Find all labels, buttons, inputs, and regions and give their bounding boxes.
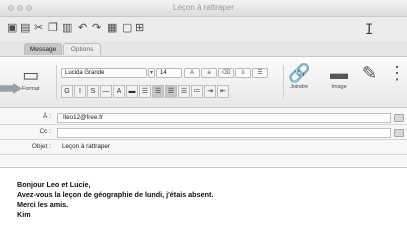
outdent-button[interactable]: ⇤ <box>217 85 229 98</box>
cc-field[interactable] <box>57 128 391 138</box>
clear-format-button[interactable]: ⌫ <box>218 68 234 78</box>
font-size-select[interactable]: 14 <box>156 68 182 78</box>
signature-button[interactable]: ✎ <box>362 63 377 83</box>
strike-button[interactable]: — <box>100 85 112 98</box>
picture-icon: ▬ <box>330 63 348 83</box>
format-button[interactable]: ▭ Format <box>22 65 39 92</box>
body-line: Merci les amis. <box>17 200 69 209</box>
window-icon[interactable]: ▢ <box>122 23 132 34</box>
subject-label: Objet : <box>31 143 51 150</box>
text-cursor-icon: I <box>365 22 374 38</box>
subject-row: Objet : Leçon à rattraper <box>0 141 407 155</box>
ribbon-separator <box>56 65 57 99</box>
copy-icon[interactable]: ❐ <box>48 23 58 34</box>
to-contacts-button[interactable] <box>394 114 404 122</box>
bullets-button[interactable]: ☰ <box>252 68 268 78</box>
bold-button[interactable]: G <box>61 85 73 98</box>
more-icon: ⋮ <box>388 63 406 83</box>
cc-label: Cc : <box>39 128 51 135</box>
align-right-button[interactable]: ☰ <box>165 85 177 98</box>
list-button[interactable]: ≔ <box>191 85 203 98</box>
style-button[interactable]: ≡ <box>235 68 251 78</box>
body-line: Bonjour Leo et Lucie, <box>17 180 91 189</box>
attachment-icon[interactable]: ⊞ <box>135 23 144 34</box>
mail-compose-window: Leçon à rattraper ▣ ▤ ✂ ❐ ▥ ↶ ↷ ▦ ▢ ⊞ I … <box>0 0 407 240</box>
image-button-label: Image <box>331 84 347 90</box>
align-center-button[interactable]: ☰ <box>152 85 164 98</box>
subject-field[interactable]: Leçon à rattraper <box>57 143 391 153</box>
quick-toolbar: ▣ ▤ ✂ ❐ ▥ ↶ ↷ ▦ ▢ ⊞ <box>0 17 407 41</box>
title-bar: Leçon à rattraper <box>0 0 407 17</box>
to-label: À : <box>43 113 51 120</box>
italic-button[interactable]: I <box>74 85 86 98</box>
align-left-button[interactable]: ☰ <box>139 85 151 98</box>
shrink-font-button[interactable]: a <box>201 68 217 78</box>
redo-icon[interactable]: ↷ <box>92 23 101 34</box>
paste-icon[interactable]: ▥ <box>62 23 72 34</box>
to-field[interactable]: Ileo12@free.fr <box>57 113 391 123</box>
attach-button-label: Joindre <box>290 84 309 90</box>
tab-message[interactable]: Message <box>24 43 62 55</box>
font-name-select[interactable]: Lucida Grande <box>61 68 147 78</box>
format-button-label: Format <box>22 86 40 92</box>
undo-icon[interactable]: ↶ <box>78 23 87 34</box>
image-icon[interactable]: ▦ <box>107 23 117 34</box>
message-body[interactable]: Bonjour Leo et Lucie, Avez-vous la leçon… <box>0 167 407 240</box>
tab-options[interactable]: Options <box>63 43 101 55</box>
body-line: Kim <box>17 210 31 219</box>
body-line: Avez-vous la leçon de géographie de lund… <box>17 190 214 199</box>
indent-button[interactable]: ⇥ <box>204 85 216 98</box>
image-button[interactable]: ▬ Image <box>330 63 348 90</box>
font-name-dropdown-icon[interactable]: ▾ <box>148 68 155 78</box>
format-icon: ▭ <box>22 65 40 85</box>
signature-icon: ✎ <box>362 63 378 83</box>
justify-button[interactable]: ☰ <box>178 85 190 98</box>
attach-button[interactable]: 🔗 Joindre <box>288 63 310 90</box>
highlight-button[interactable]: ▬ <box>126 85 138 98</box>
cc-row: Cc : <box>0 126 407 140</box>
print-icon[interactable]: ▤ <box>20 23 30 34</box>
window-title: Leçon à rattraper <box>173 3 234 12</box>
ribbon-separator <box>283 65 284 99</box>
ribbon-tabs: Message Options <box>0 41 407 57</box>
more-button[interactable]: ⋮ <box>388 63 406 83</box>
paperclip-icon: 🔗 <box>288 63 311 83</box>
grow-font-button[interactable]: A <box>184 68 200 78</box>
text-color-button[interactable]: A <box>113 85 125 98</box>
save-icon[interactable]: ▣ <box>7 23 17 34</box>
underline-button[interactable]: S <box>87 85 99 98</box>
formatting-buttons: G I S — A ▬ ☰ ☰ ☰ ☰ ≔ ⇥ ⇤ <box>61 85 229 98</box>
to-row: À : Ileo12@free.fr <box>0 111 407 125</box>
cut-icon[interactable]: ✂ <box>34 23 43 34</box>
cc-contacts-button[interactable] <box>394 129 404 137</box>
ribbon: ▭ Format Lucida Grande ▾ 14 A a ⌫ ≡ ☰ G … <box>0 57 407 108</box>
